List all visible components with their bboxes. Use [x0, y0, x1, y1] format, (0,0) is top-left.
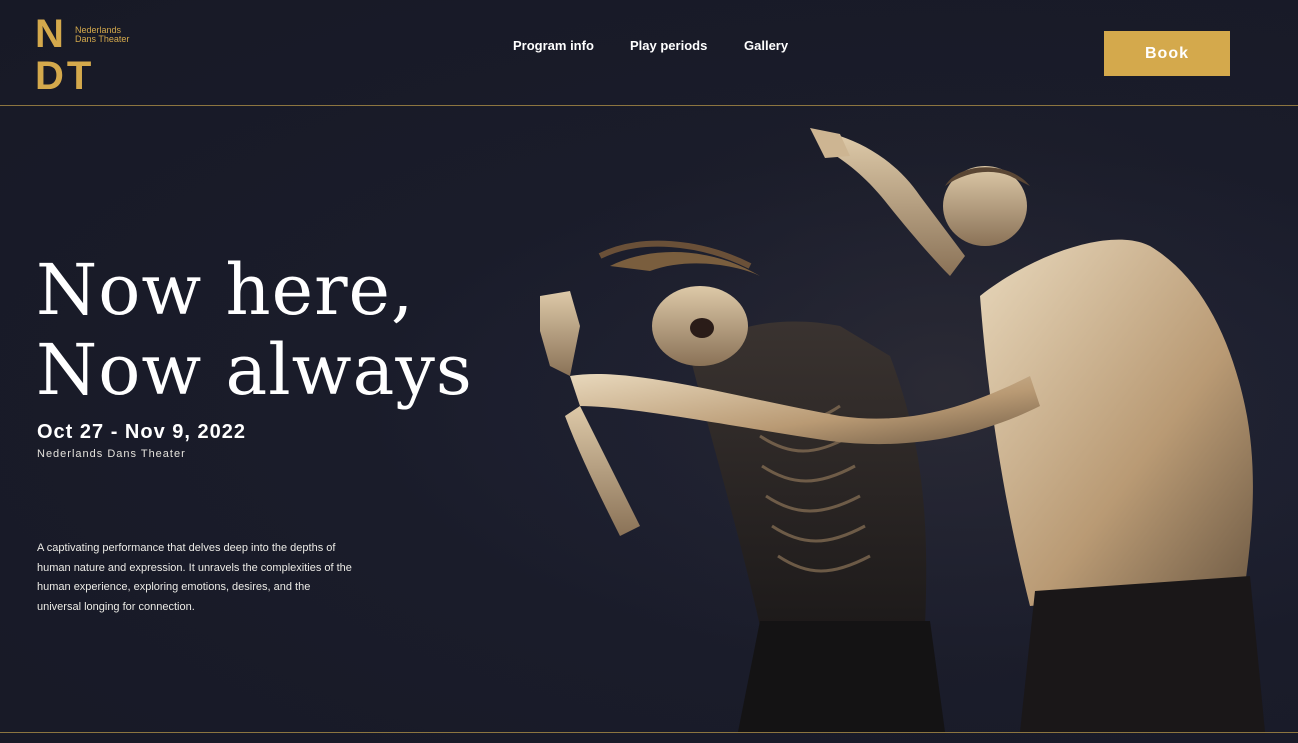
hero-title: Now here, Now always	[36, 250, 473, 410]
ndt-logo[interactable]: N Nederlands Dans Theater DT	[35, 14, 145, 96]
page: N Nederlands Dans Theater DT Program inf…	[0, 0, 1298, 743]
site-header: N Nederlands Dans Theater DT Program inf…	[0, 0, 1298, 106]
dancers-illustration	[510, 106, 1298, 732]
performance-dates: Oct 27 - Nov 9, 2022	[37, 421, 246, 443]
book-button[interactable]: Book	[1104, 31, 1230, 76]
nav-program-info[interactable]: Program info	[513, 38, 594, 53]
hero-title-line1: Now here,	[36, 249, 415, 331]
logo-letter-n: N	[35, 12, 64, 56]
nav-gallery[interactable]: Gallery	[744, 38, 788, 53]
hero-dancers-photo	[510, 106, 1298, 732]
hero-title-line2: Now always	[36, 329, 473, 411]
logo-wordmark-line2: Dans Theater	[75, 34, 130, 44]
company-name: Nederlands Dans Theater	[37, 448, 186, 460]
logo-letters-dt: DT	[35, 54, 95, 98]
hero-description: A captivating performance that delves de…	[37, 542, 352, 613]
bottom-divider	[0, 732, 1298, 733]
nav-play-periods[interactable]: Play periods	[630, 38, 707, 53]
